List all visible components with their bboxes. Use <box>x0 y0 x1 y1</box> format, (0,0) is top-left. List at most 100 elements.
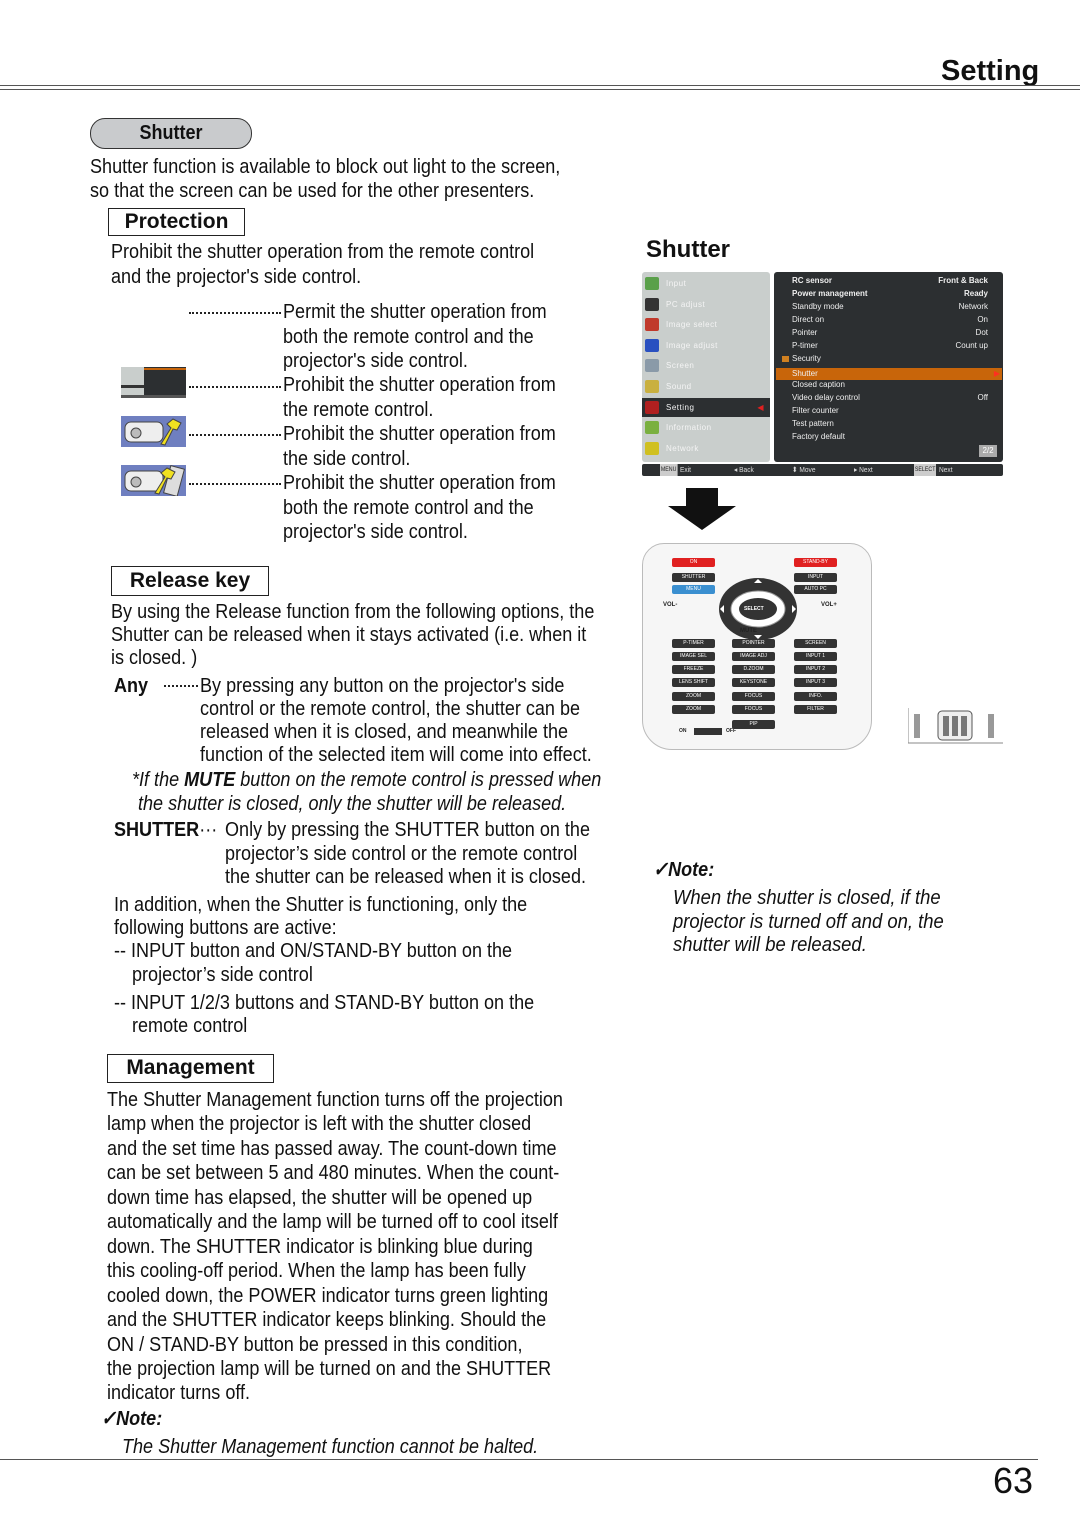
arrow-down-icon <box>668 488 736 530</box>
menu-category-input[interactable]: Input <box>642 274 770 293</box>
management-body-line: lamp when the projector is left with the… <box>107 1112 532 1136</box>
menu-category-image-adjust[interactable]: Image adjust <box>642 336 770 355</box>
remote-button-stand-by[interactable]: STAND-BY <box>794 558 837 567</box>
remote-button-image-sel[interactable]: IMAGE SEL <box>672 652 715 661</box>
remote-button-image-adj[interactable]: IMAGE ADJ <box>732 652 775 661</box>
shutter-option-line: Only by pressing the SHUTTER button on t… <box>225 818 590 841</box>
management-body-line: the projection lamp will be turned on an… <box>107 1356 552 1380</box>
menu-category-image-select[interactable]: Image select <box>642 315 770 334</box>
menu-item-value: Off <box>977 393 988 402</box>
menu-item-direct-on[interactable]: Direct on On <box>792 314 1000 326</box>
image-select-icon <box>645 318 659 332</box>
remote-button-zoom[interactable]: ZOOM <box>672 705 715 714</box>
header-rule-2 <box>0 89 1080 90</box>
protection-option-line: Prohibit the shutter operation from <box>283 422 556 445</box>
addition-line: -- INPUT 1/2/3 buttons and STAND-BY butt… <box>114 991 535 1014</box>
any-option-line: By pressing any button on the projector'… <box>200 674 565 697</box>
release-desc-line: is closed. ) <box>111 646 198 669</box>
shutter-option-line: the shutter can be released when it is c… <box>225 865 587 888</box>
shutter-option-line: projector’s side control or the remote c… <box>225 841 578 865</box>
menu-item-value: Network <box>958 302 988 311</box>
menu-footer-2: ◂ Back <box>734 465 754 474</box>
remote-button-input-2[interactable]: INPUT 2 <box>794 665 837 674</box>
protection-option-line: Prohibit the shutter operation from <box>283 373 556 396</box>
network-icon <box>645 441 659 455</box>
management-body-line: and the set time has passed away. The co… <box>107 1136 557 1160</box>
remote-button-filter[interactable]: FILTER <box>794 705 837 714</box>
menu-category-screen[interactable]: Screen <box>642 356 770 375</box>
remote-button-pip[interactable]: PIP <box>732 720 775 729</box>
menu-item-factory-default[interactable]: Factory default <box>792 431 1000 443</box>
mute-note-bold: MUTE <box>184 768 236 791</box>
menu-item-closed-caption[interactable]: Closed caption <box>792 379 1000 391</box>
menu-item-label: Security <box>792 354 821 363</box>
remote-button-info-[interactable]: INFO. <box>794 692 837 701</box>
projector-key-icon <box>121 416 186 447</box>
remote-button-zoom[interactable]: ZOOM <box>672 692 715 701</box>
remote-button-lens-shift[interactable]: LENS SHIFT <box>672 678 715 687</box>
menu-item-label: Pointer <box>792 328 818 337</box>
menu-item-security[interactable]: Security <box>782 353 1000 365</box>
menu-item-power-management[interactable]: Power management Ready <box>792 288 1000 300</box>
menu-category-network[interactable]: Network <box>642 439 770 458</box>
leader-dots: ··· <box>199 818 218 841</box>
menu-footer-5: SELECT <box>914 464 937 476</box>
menu-item-video-delay-control[interactable]: Video delay control Off <box>792 392 1000 404</box>
remote-button-input-1[interactable]: INPUT 1 <box>794 652 837 661</box>
menu-category-setting[interactable]: Setting ◀ <box>642 397 770 417</box>
menu-item-label: Shutter <box>792 369 818 378</box>
management-heading: Management <box>107 1054 274 1083</box>
leader-dots <box>189 386 281 388</box>
menu-item-value: On <box>977 315 988 324</box>
management-note-label: ✓Note: <box>101 1407 163 1430</box>
menu-item-label: Standby mode <box>792 302 844 311</box>
menu-category-label: Input <box>666 279 687 288</box>
menu-item-label: RC sensor <box>792 276 833 285</box>
menu-footer-1: Exit <box>680 465 692 474</box>
remote-button-pointer[interactable]: POINTER <box>732 639 775 648</box>
addition-line: projector’s side control <box>132 963 313 986</box>
menu-item-pointer[interactable]: Pointer Dot <box>792 327 1000 339</box>
remote-button-on[interactable]: ON <box>672 558 715 567</box>
pc-adjust-icon <box>645 297 659 311</box>
remote-button-focus[interactable]: FOCUS <box>732 692 775 701</box>
menu-item-standby-mode[interactable]: Standby mode Network <box>792 301 1000 313</box>
remote-button-shutter[interactable]: SHUTTER <box>672 573 715 582</box>
menu-category-information[interactable]: Information <box>642 418 770 437</box>
remote-button-input[interactable]: INPUT <box>794 573 837 582</box>
menu-item-label: Filter counter <box>792 406 839 415</box>
menu-item-p-timer[interactable]: P-timer Count up <box>792 340 1000 352</box>
remote-button-p-timer[interactable]: P-TIMER <box>672 639 715 648</box>
right-note-label: ✓Note: <box>653 858 715 881</box>
protection-option-line: projector's side control. <box>283 349 468 372</box>
shutter-pill-label: Shutter <box>139 122 203 144</box>
select-label: SELECT <box>744 606 764 612</box>
menu-item-value: Dot <box>975 328 988 337</box>
menu-item-label: Test pattern <box>792 419 834 428</box>
management-body-line: this cooling-off period. When the lamp h… <box>107 1259 526 1283</box>
intro-line: so that the screen can be used for the o… <box>90 178 535 202</box>
menu-item-rc-sensor[interactable]: RC sensor Front & Back <box>792 275 1000 287</box>
menu-category-sound[interactable]: Sound <box>642 377 770 396</box>
menu-category-pc-adjust[interactable]: PC adjust <box>642 295 770 314</box>
remote-button-keystone[interactable]: KEYSTONE <box>732 678 775 687</box>
management-note-text: The Shutter Management function cannot b… <box>122 1435 539 1458</box>
protection-option-line: both the remote control and the <box>283 495 534 519</box>
power-switch <box>694 728 722 735</box>
remote-button-focus[interactable]: FOCUS <box>732 705 775 714</box>
menu-item-filter-counter[interactable]: Filter counter <box>792 405 1000 417</box>
protection-desc-line: Prohibit the shutter operation from the … <box>111 240 535 263</box>
remote-button-menu[interactable]: MENU <box>672 585 715 594</box>
remote-button-freeze[interactable]: FREEZE <box>672 665 715 674</box>
remote-receiver-icon <box>908 708 1003 744</box>
remote-button-auto-pc[interactable]: AUTO PC <box>794 585 837 594</box>
remote-button-screen[interactable]: SCREEN <box>794 639 837 648</box>
menu-item-test-pattern[interactable]: Test pattern <box>792 418 1000 430</box>
leader-dots <box>189 434 281 436</box>
header-rule <box>0 85 1080 86</box>
remote-button-input-3[interactable]: INPUT 3 <box>794 678 837 687</box>
remote-button-d-zoom[interactable]: D.ZOOM <box>732 665 775 674</box>
menu-footer-0: MENU <box>660 464 678 476</box>
shutter-term-label: SHUTTER <box>114 818 200 841</box>
vol-plus-label: VOL+ <box>821 602 837 608</box>
